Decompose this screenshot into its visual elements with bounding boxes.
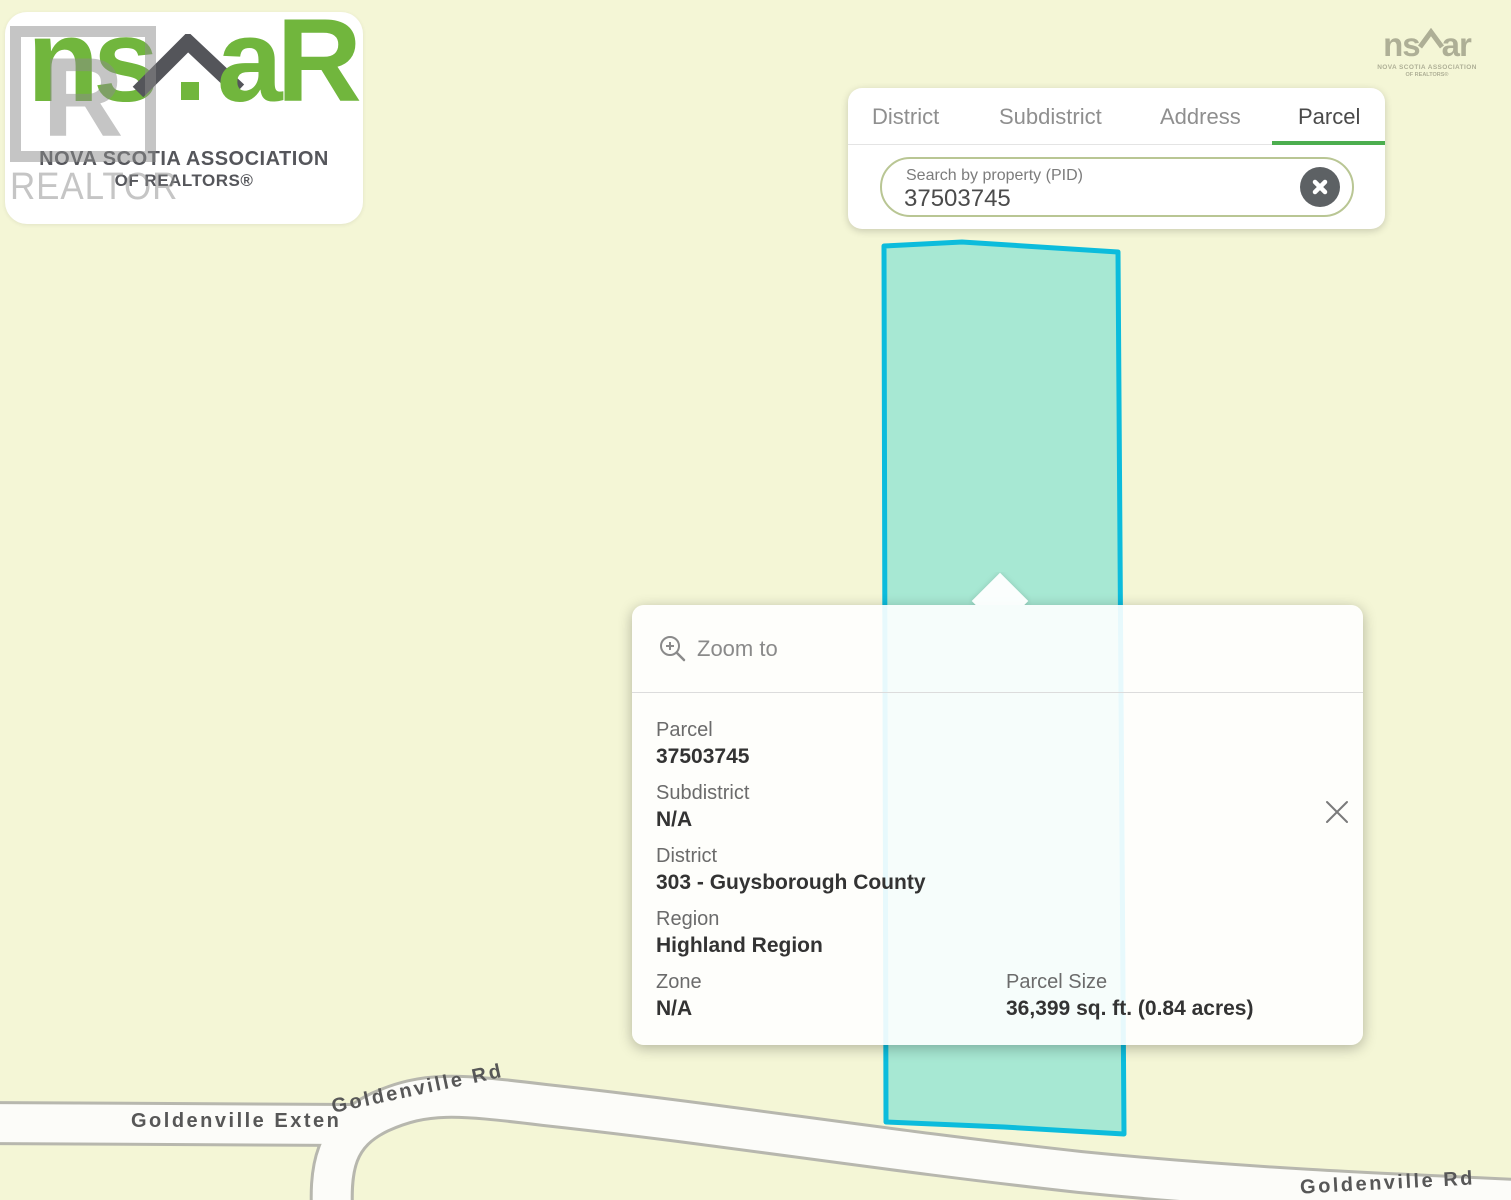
field-parcel: Parcel 37503745	[656, 717, 1363, 771]
field-zone: Zone N/A	[656, 969, 1006, 1023]
field-value: 37503745	[656, 743, 1363, 771]
tab-district[interactable]: District	[872, 88, 939, 144]
field-label: Zone	[656, 969, 1006, 995]
green-square-dot	[181, 82, 199, 100]
field-value: N/A	[656, 806, 1363, 834]
road-label-goldenville-exten: Goldenville Exten	[131, 1110, 341, 1133]
map-canvas[interactable]: Goldenville Exten Goldenville Rd Goldenv…	[0, 0, 1511, 1200]
zoom-to-label: Zoom to	[697, 636, 778, 662]
tab-parcel[interactable]: Parcel	[1298, 88, 1360, 144]
nsar-logo-card: ns aR NOVA SCOTIA ASSOCIATION OF REALTOR…	[5, 12, 363, 224]
zoom-to-action[interactable]: Zoom to	[632, 605, 1363, 693]
nsar-logo-ar-text: aR	[217, 2, 356, 120]
zoom-in-icon	[659, 635, 686, 662]
search-field-label: Search by property (PID)	[906, 167, 1083, 185]
popup-body: Parcel 37503745 Subdistrict N/A District…	[632, 693, 1363, 1032]
field-label: Subdistrict	[656, 780, 1363, 806]
field-label: Parcel	[656, 717, 1363, 743]
corner-logo-ar: ar	[1442, 28, 1471, 61]
corner-logo-line2: OF REALTORS®	[1372, 72, 1482, 78]
field-label: District	[656, 843, 1363, 869]
association-name-line1: NOVA SCOTIA ASSOCIATION	[5, 148, 363, 171]
close-icon	[1325, 800, 1349, 824]
field-district: District 303 - Guysborough County	[656, 843, 1363, 897]
tab-address[interactable]: Address	[1160, 88, 1241, 144]
active-tab-underline	[1272, 141, 1385, 145]
field-label: Parcel Size	[1006, 969, 1253, 995]
corner-logo-line1: NOVA SCOTIA ASSOCIATION	[1372, 64, 1482, 71]
search-tab-row: District Subdistrict Address Parcel	[848, 88, 1385, 145]
search-panel: District Subdistrict Address Parcel Sear…	[848, 88, 1385, 229]
association-name-line2: OF REALTORS®	[5, 171, 363, 191]
corner-logo-ns: ns	[1383, 28, 1420, 61]
field-value: 36,399 sq. ft. (0.84 acres)	[1006, 995, 1253, 1023]
field-value: N/A	[656, 995, 1006, 1023]
tab-subdistrict[interactable]: Subdistrict	[999, 88, 1102, 144]
search-input[interactable]	[904, 185, 1234, 213]
field-parcel-size: Parcel Size 36,399 sq. ft. (0.84 acres)	[1006, 969, 1253, 1023]
field-value: Highland Region	[656, 932, 1363, 960]
search-field[interactable]: Search by property (PID)	[880, 157, 1354, 217]
field-subdistrict: Subdistrict N/A	[656, 780, 1363, 834]
popup-pointer	[968, 572, 1032, 605]
close-popup-button[interactable]	[1324, 799, 1350, 825]
clear-search-button[interactable]	[1300, 167, 1340, 207]
field-value: 303 - Guysborough County	[656, 869, 1363, 897]
roof-icon	[1417, 28, 1445, 50]
field-row-zone-size: Zone N/A Parcel Size 36,399 sq. ft. (0.8…	[656, 969, 1363, 1032]
parcel-popup: Zoom to Parcel 37503745 Subdistrict N/A …	[632, 605, 1363, 1045]
field-label: Region	[656, 906, 1363, 932]
clear-icon	[1311, 178, 1329, 196]
field-region: Region Highland Region	[656, 906, 1363, 960]
corner-nsar-logo: nsar NOVA SCOTIA ASSOCIATION OF REALTORS…	[1372, 28, 1482, 78]
